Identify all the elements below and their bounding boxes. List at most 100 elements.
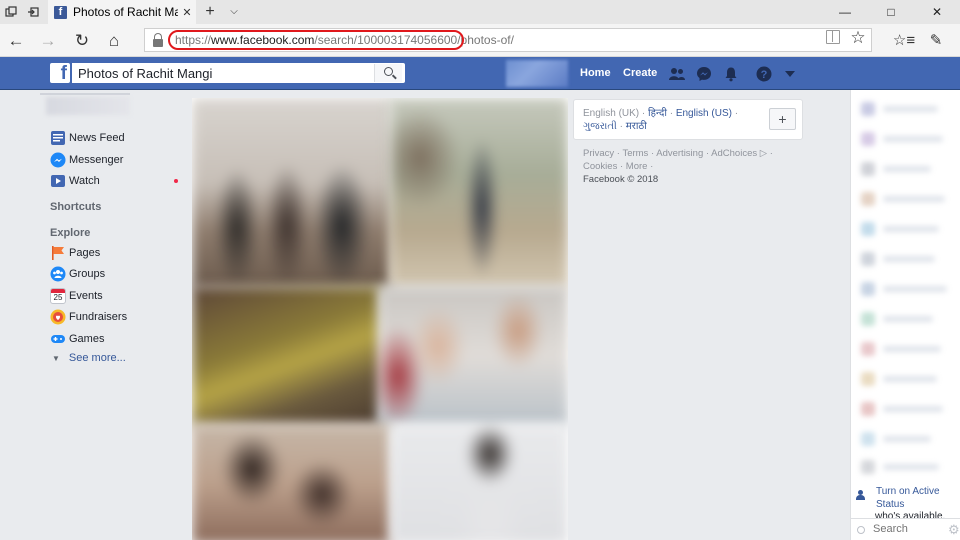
current-language: English (UK) bbox=[583, 108, 640, 119]
footer-link-privacy[interactable]: Privacy bbox=[583, 148, 614, 159]
fundraisers-icon bbox=[50, 309, 66, 325]
sidebar-item-label: Groups bbox=[69, 268, 106, 280]
url-highlight-annotation bbox=[168, 30, 464, 50]
window-controls: — □ ✕ bbox=[822, 0, 960, 24]
favorites-hub-icon[interactable]: ☆≡ bbox=[888, 24, 920, 57]
footer-link-more[interactable]: More bbox=[626, 161, 648, 172]
sidebar-item-watch[interactable]: Watch bbox=[50, 172, 100, 190]
language-hindi-link[interactable]: हिन्दी bbox=[648, 108, 667, 119]
chat-contact[interactable] bbox=[861, 192, 951, 206]
photo-thumbnail[interactable] bbox=[192, 98, 392, 288]
turn-on-active-status-link[interactable]: Turn on Active Status bbox=[853, 486, 960, 511]
home-icon[interactable]: ⌂ bbox=[98, 24, 130, 57]
sidebar-item-label: Events bbox=[69, 290, 103, 302]
create-link[interactable]: Create bbox=[623, 57, 657, 90]
adchoices-icon: ▷ bbox=[757, 148, 768, 159]
chat-search-bar: ⚙ bbox=[851, 518, 960, 540]
browser-nav-bar: ← → ↻ ⌂ https://www.facebook.com/search/… bbox=[0, 24, 960, 57]
sidebar-item-news-feed[interactable]: News Feed bbox=[50, 129, 125, 147]
photo-thumbnail[interactable] bbox=[192, 424, 392, 540]
chat-search-input[interactable] bbox=[873, 523, 943, 535]
back-icon[interactable]: ← bbox=[0, 24, 32, 57]
footer-link-cookies[interactable]: Cookies bbox=[583, 161, 617, 172]
language-marathi-link[interactable]: मराठी bbox=[626, 121, 647, 132]
friend-requests-icon[interactable] bbox=[669, 66, 685, 82]
sidebar-item-pages[interactable]: Pages bbox=[50, 244, 100, 262]
chat-contact[interactable] bbox=[861, 342, 951, 356]
chat-contact[interactable] bbox=[861, 132, 951, 146]
see-more-label: See more... bbox=[68, 352, 126, 364]
profile-avatar-name[interactable] bbox=[506, 60, 568, 87]
search-icon bbox=[857, 526, 865, 534]
language-english-us-link[interactable]: English (US) bbox=[676, 108, 732, 119]
tab-list-chevron-icon[interactable]: ⌵ bbox=[224, 0, 244, 24]
chat-contact[interactable] bbox=[861, 252, 951, 266]
minimize-icon[interactable]: — bbox=[822, 0, 868, 24]
photo-thumbnail[interactable] bbox=[192, 286, 382, 426]
address-bar[interactable]: https://www.facebook.com/search/10000317… bbox=[144, 28, 872, 52]
refresh-icon[interactable]: ↻ bbox=[66, 24, 98, 57]
chat-contact[interactable] bbox=[861, 460, 951, 474]
chat-contact[interactable] bbox=[861, 402, 951, 416]
chat-sidebar bbox=[850, 90, 960, 540]
facebook-search-input[interactable] bbox=[72, 63, 405, 83]
help-question-icon[interactable]: ? bbox=[756, 66, 772, 82]
chat-contact[interactable] bbox=[861, 372, 951, 386]
window-close-icon[interactable]: ✕ bbox=[914, 0, 960, 24]
chat-contact[interactable] bbox=[861, 102, 951, 116]
tab-actions-icon[interactable] bbox=[0, 0, 22, 24]
tab-title: Photos of Rachit Mangi bbox=[73, 5, 178, 19]
language-gujarati-link[interactable]: ગુજરાતી bbox=[583, 121, 617, 132]
reading-view-icon[interactable] bbox=[826, 30, 840, 44]
language-list: English (UK) · हिन्दी · English (US) · ગ… bbox=[583, 108, 739, 132]
notifications-bell-icon[interactable] bbox=[723, 66, 739, 82]
watch-icon bbox=[51, 175, 65, 187]
pages-flag-icon bbox=[52, 246, 64, 260]
footer-link-adchoices[interactable]: AdChoices bbox=[711, 148, 757, 159]
watch-notification-dot bbox=[174, 179, 178, 183]
facebook-header-bar: f Home Create ? bbox=[0, 57, 960, 90]
sidebar-item-games[interactable]: Games bbox=[50, 330, 104, 348]
maximize-icon[interactable]: □ bbox=[868, 0, 914, 24]
gear-icon[interactable]: ⚙ bbox=[948, 522, 960, 538]
browser-tab[interactable]: f Photos of Rachit Mangi ✕ bbox=[48, 0, 196, 24]
sidebar-item-events[interactable]: 25 Events bbox=[50, 287, 103, 305]
tab-close-icon[interactable]: ✕ bbox=[178, 6, 196, 19]
pen-notes-icon[interactable]: ✎ bbox=[920, 24, 952, 57]
sidebar-item-messenger[interactable]: Messenger bbox=[50, 151, 123, 169]
chat-contact[interactable] bbox=[861, 312, 951, 326]
chat-contact[interactable] bbox=[861, 162, 951, 176]
photo-thumbnail[interactable] bbox=[390, 424, 568, 540]
groups-icon bbox=[50, 266, 66, 282]
add-favorite-star-icon[interactable]: ☆ bbox=[848, 28, 868, 48]
facebook-favicon-icon: f bbox=[54, 5, 67, 19]
photo-thumbnail[interactable] bbox=[390, 98, 568, 288]
facebook-logo-icon[interactable]: f bbox=[50, 63, 70, 83]
photos-grid bbox=[192, 98, 568, 540]
chat-contact[interactable] bbox=[861, 222, 951, 236]
sidebar-item-groups[interactable]: Groups bbox=[50, 265, 105, 283]
copyright: Facebook © 2018 bbox=[583, 174, 659, 185]
set-aside-tabs-icon[interactable] bbox=[22, 0, 44, 24]
forward-icon[interactable]: → bbox=[32, 24, 64, 57]
photo-thumbnail[interactable] bbox=[378, 286, 568, 426]
news-feed-icon bbox=[51, 131, 65, 145]
messenger-icon[interactable] bbox=[696, 66, 712, 82]
new-tab-icon[interactable]: + bbox=[200, 0, 220, 24]
footer-link-terms[interactable]: Terms bbox=[622, 148, 648, 159]
sidebar-item-label: Watch bbox=[69, 175, 100, 187]
search-button[interactable] bbox=[374, 64, 402, 82]
sidebar-item-fundraisers[interactable]: Fundraisers bbox=[50, 308, 127, 326]
account-menu-caret-icon[interactable] bbox=[784, 69, 796, 79]
sidebar-item-label: Fundraisers bbox=[69, 311, 128, 323]
svg-text:?: ? bbox=[761, 69, 768, 81]
chat-contact[interactable] bbox=[861, 282, 951, 296]
chevron-down-icon: ▼ bbox=[52, 353, 60, 363]
add-language-button[interactable]: + bbox=[769, 108, 796, 130]
see-more-link[interactable]: ▼ See more... bbox=[52, 352, 126, 364]
footer-link-advertising[interactable]: Advertising bbox=[656, 148, 703, 159]
chat-contact[interactable] bbox=[861, 432, 951, 446]
home-link[interactable]: Home bbox=[580, 57, 611, 90]
sidebar-profile-blurred[interactable] bbox=[46, 97, 130, 115]
sidebar-item-label: Pages bbox=[69, 247, 101, 259]
